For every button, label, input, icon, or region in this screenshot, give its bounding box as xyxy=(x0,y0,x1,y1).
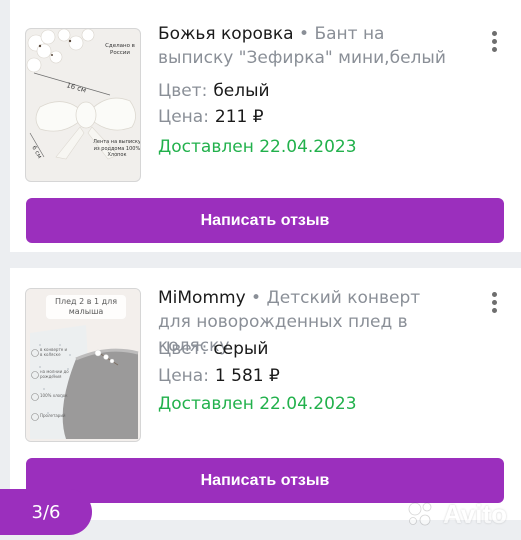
price-value: 1 581 ₽ xyxy=(214,366,280,386)
title-separator: • xyxy=(293,24,315,44)
thumb-material-label: Лента на выписку из роддома 100% Хлопок xyxy=(93,139,141,158)
more-options-icon[interactable] xyxy=(491,292,497,314)
product-image-blanket[interactable]: Плед 2 в 1 для малыша в конверте и в кол… xyxy=(25,288,141,442)
thumb-feature-4: Пролетарий xyxy=(40,413,66,418)
thumb-feature-2: на молнии до рождения xyxy=(40,369,69,379)
price-value: 211 ₽ xyxy=(214,107,264,127)
thumb-feature-1: в конверте и в коляске xyxy=(40,347,68,357)
order-title[interactable]: Божья коровка • Бант на выписку "Зефирка… xyxy=(158,22,458,70)
seller-name[interactable]: Божья коровка xyxy=(158,24,294,44)
color-value: белый xyxy=(213,81,270,101)
page-indicator[interactable]: 3/6 xyxy=(0,489,92,535)
thumb-height-label: 6 см xyxy=(30,145,43,160)
status-row: Доставлен 22.04.2023 xyxy=(158,136,357,158)
thumb-width-label: 16 см xyxy=(65,81,87,94)
status-row: Доставлен 22.04.2023 xyxy=(158,393,357,415)
thumb-headline-label: Плед 2 в 1 для малыша xyxy=(54,297,118,316)
color-row: Цвет: серый xyxy=(158,338,268,360)
price-row: Цена: 211 ₽ xyxy=(158,106,264,128)
bow-image-icon: 16 см 6 см Сделано в России Лента на вып… xyxy=(26,29,141,160)
color-label: Цвет: xyxy=(158,339,208,359)
more-options-icon[interactable] xyxy=(491,31,497,53)
avito-watermark: Avito xyxy=(407,496,507,532)
price-label: Цена: xyxy=(158,366,209,386)
delivery-status: Доставлен 22.04.2023 xyxy=(158,394,357,414)
color-label: Цвет: xyxy=(158,81,208,101)
thumb-made-in-label: Сделано в России xyxy=(105,43,135,56)
title-separator: • xyxy=(245,288,267,308)
order-card-2: Плед 2 в 1 для малыша в конверте и в кол… xyxy=(10,268,521,520)
avito-logo-icon xyxy=(408,502,432,526)
color-row: Цвет: белый xyxy=(158,80,270,102)
price-row: Цена: 1 581 ₽ xyxy=(158,365,280,387)
product-image-bow[interactable]: 16 см 6 см Сделано в России Лента на вып… xyxy=(25,28,141,182)
order-card-1: 16 см 6 см Сделано в России Лента на вып… xyxy=(10,0,521,252)
write-review-button[interactable]: Написать отзыв xyxy=(26,198,504,243)
watermark-text: Avito xyxy=(442,498,507,529)
delivery-status: Доставлен 22.04.2023 xyxy=(158,137,357,157)
thumb-feature-3: 100% хлопок xyxy=(40,393,68,398)
color-value: серый xyxy=(213,339,269,359)
seller-name[interactable]: MiMommy xyxy=(158,288,246,308)
price-label: Цена: xyxy=(158,107,209,127)
blanket-image-icon: Плед 2 в 1 для малыша в конверте и в кол… xyxy=(26,289,140,441)
